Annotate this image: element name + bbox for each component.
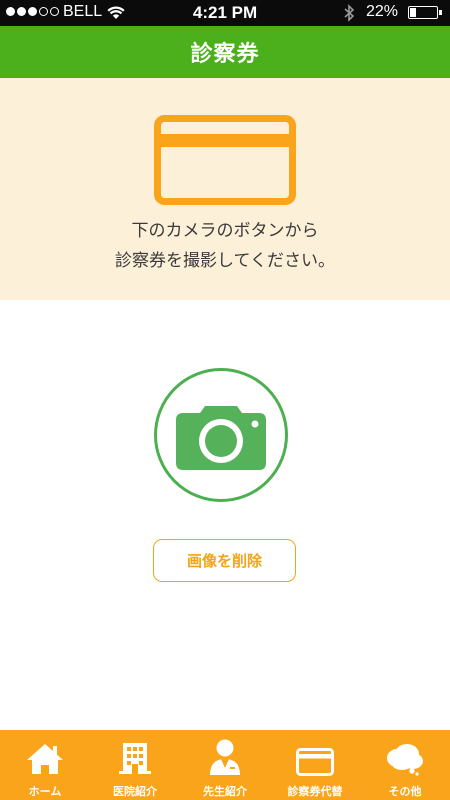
building-icon [118,738,152,776]
battery-tip [439,10,442,15]
tab-clinic-info[interactable]: 医院紹介 [90,730,180,800]
tab-other[interactable]: その他 [360,730,450,800]
speech-bubble-icon [385,738,425,776]
tab-home-label: ホーム [28,785,62,798]
battery-icon [408,6,438,19]
doctor-icon [208,738,242,776]
instruction-line-2: 診察券を撮影してください。 [115,251,335,271]
instruction-text: 下のカメラのボタンから 診察券を撮影してください。 [0,216,450,276]
battery-percent: 22% [366,3,399,20]
page-title: 診察券 [190,42,260,67]
home-icon [25,738,65,776]
battery-level-fill [410,8,416,17]
tab-home[interactable]: ホーム [0,730,90,800]
tab-clinic-info-label: 医院紹介 [113,785,157,798]
instruction-line-1: 下のカメラのボタンから [131,221,319,241]
camera-icon [176,406,266,470]
status-bar: BELL 4:21 PM 22% [0,0,450,26]
tab-card-substitute[interactable]: 診察券代替 [270,730,360,800]
camera-button[interactable] [154,368,288,502]
tab-bar: ホーム 医院紹介 先生紹介 診察券代替 その他 [0,730,450,800]
delete-image-button[interactable]: 画像を削除 [153,539,296,582]
tab-doctor-info[interactable]: 先生紹介 [180,730,270,800]
card-icon [154,115,296,209]
card-icon [296,738,334,776]
tab-doctor-info-label: 先生紹介 [203,785,247,798]
nav-header: 診察券 [0,26,450,78]
tab-other-label: その他 [388,785,422,798]
bluetooth-icon [343,4,355,26]
tab-card-substitute-label: 診察券代替 [287,785,343,798]
screen: BELL 4:21 PM 22% 診察券 下のカメラのボタンから 診察券を撮影し… [0,0,450,800]
